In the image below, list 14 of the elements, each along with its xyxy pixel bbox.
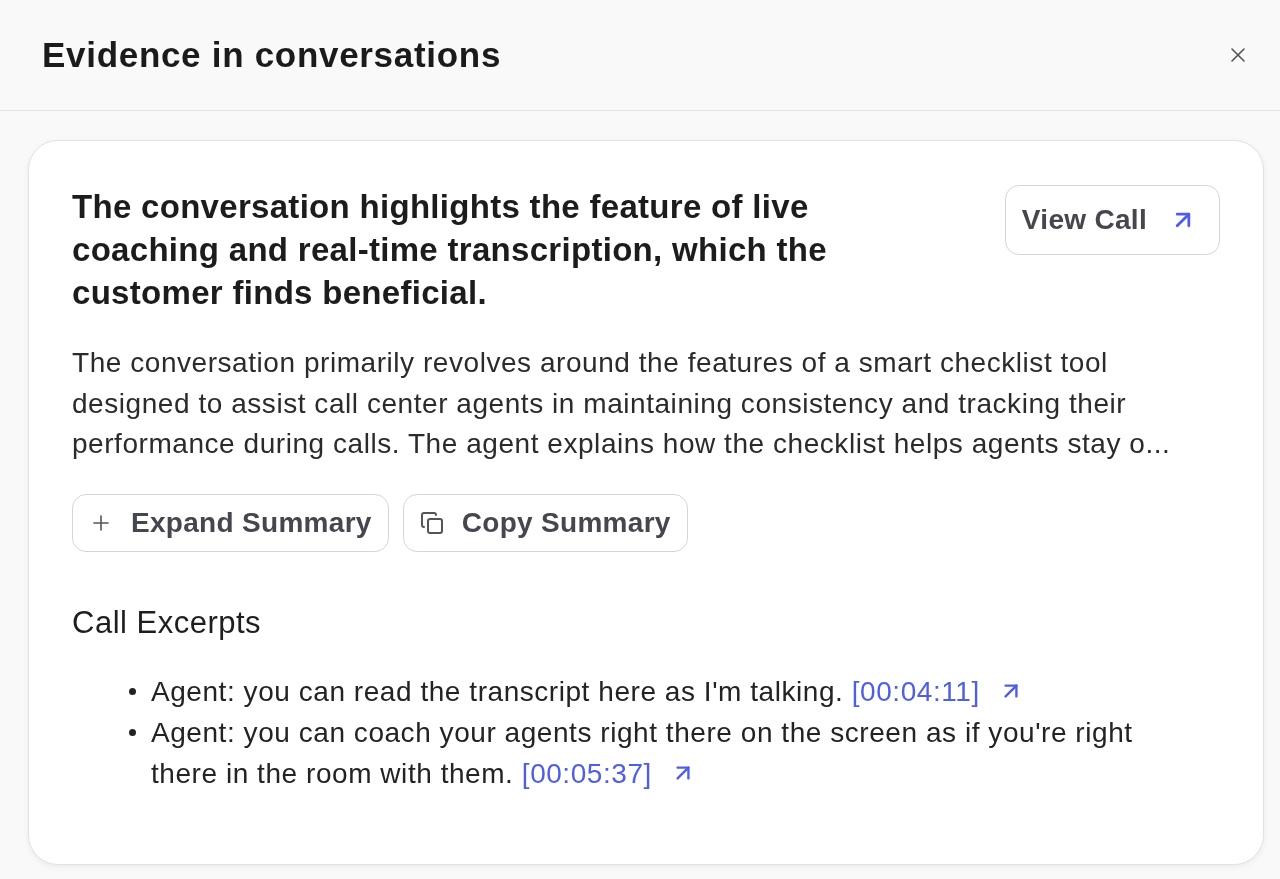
copy-summary-button[interactable]: Copy Summary [402,493,688,552]
view-call-button[interactable]: View Call [1004,185,1220,255]
timestamp-link[interactable]: [00:04:11] [851,670,1024,712]
bullet-icon [129,687,136,695]
copy-icon [419,510,444,535]
expand-summary-button[interactable]: Expand Summary [72,493,389,552]
evidence-heading: The conversation highlights the feature of live coaching and real-time transcription, which the customer finds beneficial. [72,187,828,313]
bullet-icon [129,728,136,736]
timestamp-link[interactable]: [00:05:37] [521,752,696,794]
excerpt-text: Agent: you can read the transcript here as I'm talking. [00:04:11] [151,670,1024,712]
dialog-title: Evidence in conversations [42,35,502,75]
excerpts-title: Call Excerpts [72,603,263,642]
excerpt-text: Agent: you can coach your agents right there on the screen as if you're right there in the room with them. [00:05:37] [151,711,1186,794]
summary-text: The conversation primarily revolves around the features of a smart checklist tool designed to assist call center agents in maintaining consistency and tracking their performance during calls. The agent explains how the checklist helps agents stay o... [72,346,1172,461]
